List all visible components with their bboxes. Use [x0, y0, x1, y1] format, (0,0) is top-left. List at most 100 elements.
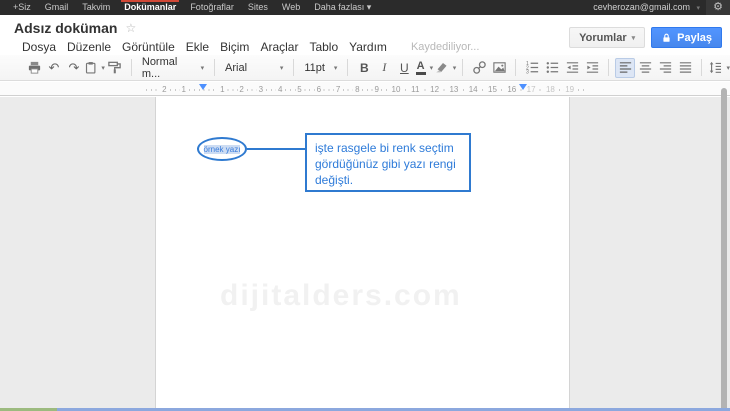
menu-items: DosyaDüzenleGörüntüleEkleBiçimAraçlarTab… — [17, 40, 393, 54]
numbered-list-button[interactable]: 1 2 3 — [522, 58, 542, 78]
share-button[interactable]: Paylaş — [651, 27, 722, 48]
ruler-label: 9 — [372, 85, 380, 94]
toolbar-separator — [701, 59, 702, 76]
ruler-label: 1 — [218, 85, 226, 94]
callout-text: işte rasgele bi renk seçtim gördüğünüz g… — [315, 140, 461, 188]
topbar-link--siz[interactable]: +Siz — [6, 0, 38, 15]
topbar-link-daha-fazlas-[interactable]: Daha fazlası ▾ — [307, 0, 378, 15]
align-center-icon — [638, 60, 653, 75]
share-label: Paylaş — [677, 32, 712, 44]
styles-dropdown[interactable]: Normal m... ▾ — [138, 58, 208, 78]
topbar-link-takvim[interactable]: Takvim — [75, 0, 117, 15]
line-spacing-button[interactable]: ▾ — [708, 58, 730, 78]
toolbar-separator — [214, 59, 215, 76]
web-clipboard-button[interactable]: ▾ — [84, 58, 105, 78]
menu-ara-lar[interactable]: Araçlar — [255, 40, 303, 54]
scrollbar-thumb[interactable] — [721, 88, 727, 411]
topbar-link-gmail[interactable]: Gmail — [38, 0, 76, 15]
account-menu[interactable]: cevherozan@gmail.com ▾ — [587, 0, 706, 16]
font-size-dropdown[interactable]: 11pt ▾ — [300, 58, 341, 78]
decrease-indent-button[interactable] — [562, 58, 582, 78]
toolbar-separator — [131, 59, 132, 76]
document-page[interactable]: dijitalders.com örnek yazı işte rasgele … — [155, 97, 570, 411]
underline-button[interactable]: U — [394, 58, 414, 78]
topbar-link-web[interactable]: Web — [275, 0, 307, 15]
vertical-scrollbar[interactable] — [720, 88, 728, 411]
justify-button[interactable] — [675, 58, 695, 78]
redo-icon: ↷ — [69, 60, 80, 76]
toolbar: ↶ ↷ ▾ Normal m... ▾ Arial ▾ — [0, 55, 730, 81]
gear-icon[interactable]: ⚙ — [706, 0, 730, 15]
clipboard-icon — [84, 60, 97, 75]
ruler-label: 10 — [390, 85, 403, 94]
align-left-icon — [618, 60, 633, 75]
font-dropdown[interactable]: Arial ▾ — [221, 58, 287, 78]
ruler-label: 16 — [505, 85, 518, 94]
right-indent-marker[interactable] — [519, 84, 527, 90]
ruler-label: 4 — [276, 85, 284, 94]
ruler-label: 19 — [563, 85, 576, 94]
align-center-button[interactable] — [635, 58, 655, 78]
chevron-down-icon: ▾ — [280, 64, 284, 72]
toolbar-separator — [462, 59, 463, 76]
bold-button[interactable]: B — [354, 58, 374, 78]
comments-label: Yorumlar — [579, 32, 626, 44]
ruler-label: 7 — [334, 85, 342, 94]
svg-text:3: 3 — [526, 70, 529, 75]
outdent-icon — [565, 60, 580, 75]
menu-dosya[interactable]: Dosya — [17, 40, 61, 54]
insert-link-button[interactable] — [469, 58, 489, 78]
toolbar-separator — [515, 59, 516, 76]
insert-image-button[interactable] — [489, 58, 509, 78]
print-button[interactable] — [24, 58, 44, 78]
text-color-button[interactable]: A ▾ — [414, 58, 434, 78]
ruler-label: 13 — [447, 85, 460, 94]
chevron-down-icon: ▾ — [334, 64, 338, 72]
google-docs-window: +SizGmailTakvimDokümanlarFotoğraflarSite… — [0, 0, 730, 411]
menu-ekle[interactable]: Ekle — [181, 40, 214, 54]
highlighter-icon — [434, 60, 448, 75]
lock-icon — [661, 32, 672, 44]
align-left-button[interactable] — [615, 58, 635, 78]
italic-button[interactable]: I — [374, 58, 394, 78]
ruler-label: 12 — [428, 85, 441, 94]
ruler-label: 1 — [179, 85, 187, 94]
bulleted-list-button[interactable] — [542, 58, 562, 78]
align-right-button[interactable] — [655, 58, 675, 78]
undo-button[interactable]: ↶ — [44, 58, 64, 78]
paint-format-button[interactable] — [105, 58, 125, 78]
text-color-icon: A — [416, 61, 426, 75]
ruler-label: 8 — [353, 85, 361, 94]
ruler[interactable]: 2112345678910111213141516171819 — [0, 82, 730, 96]
highlight-color-button[interactable]: ▾ — [434, 58, 456, 78]
styles-value: Normal m... — [142, 56, 197, 80]
menu-d-zenle[interactable]: Düzenle — [62, 40, 116, 54]
document-text: örnek yazı — [204, 145, 241, 154]
star-icon[interactable]: ☆ — [125, 21, 136, 35]
annotation-callout-box[interactable]: işte rasgele bi renk seçtim gördüğünüz g… — [305, 133, 471, 192]
title-row: Adsız doküman ☆ — [14, 20, 136, 36]
ruler-label: 11 — [409, 85, 421, 94]
toolbar-separator — [347, 59, 348, 76]
left-indent-marker[interactable] — [199, 84, 207, 90]
annotation-ellipse[interactable]: örnek yazı — [197, 137, 247, 161]
redo-button[interactable]: ↷ — [64, 58, 84, 78]
line-spacing-icon — [708, 60, 722, 75]
align-right-icon — [658, 60, 673, 75]
increase-indent-button[interactable] — [582, 58, 602, 78]
topbar-link-sites[interactable]: Sites — [241, 0, 275, 15]
menu-bi-im[interactable]: Biçim — [215, 40, 254, 54]
topbar-link-dok-manlar[interactable]: Dokümanlar — [117, 0, 183, 15]
document-title[interactable]: Adsız doküman — [14, 20, 117, 36]
document-canvas: dijitalders.com örnek yazı işte rasgele … — [0, 97, 730, 411]
toolbar-separator — [608, 59, 609, 76]
topbar-link-foto-raflar[interactable]: Fotoğraflar — [183, 0, 241, 15]
indent-icon — [585, 60, 600, 75]
menu-yard-m[interactable]: Yardım — [344, 40, 392, 54]
font-value: Arial — [225, 62, 247, 74]
chevron-down-icon: ▾ — [696, 5, 700, 12]
topbar-right: cevherozan@gmail.com ▾ ⚙ — [587, 0, 730, 15]
menu-g-r-nt-le[interactable]: Görüntüle — [117, 40, 180, 54]
comments-button[interactable]: Yorumlar ▾ — [569, 27, 645, 48]
menu-tablo[interactable]: Tablo — [304, 40, 343, 54]
